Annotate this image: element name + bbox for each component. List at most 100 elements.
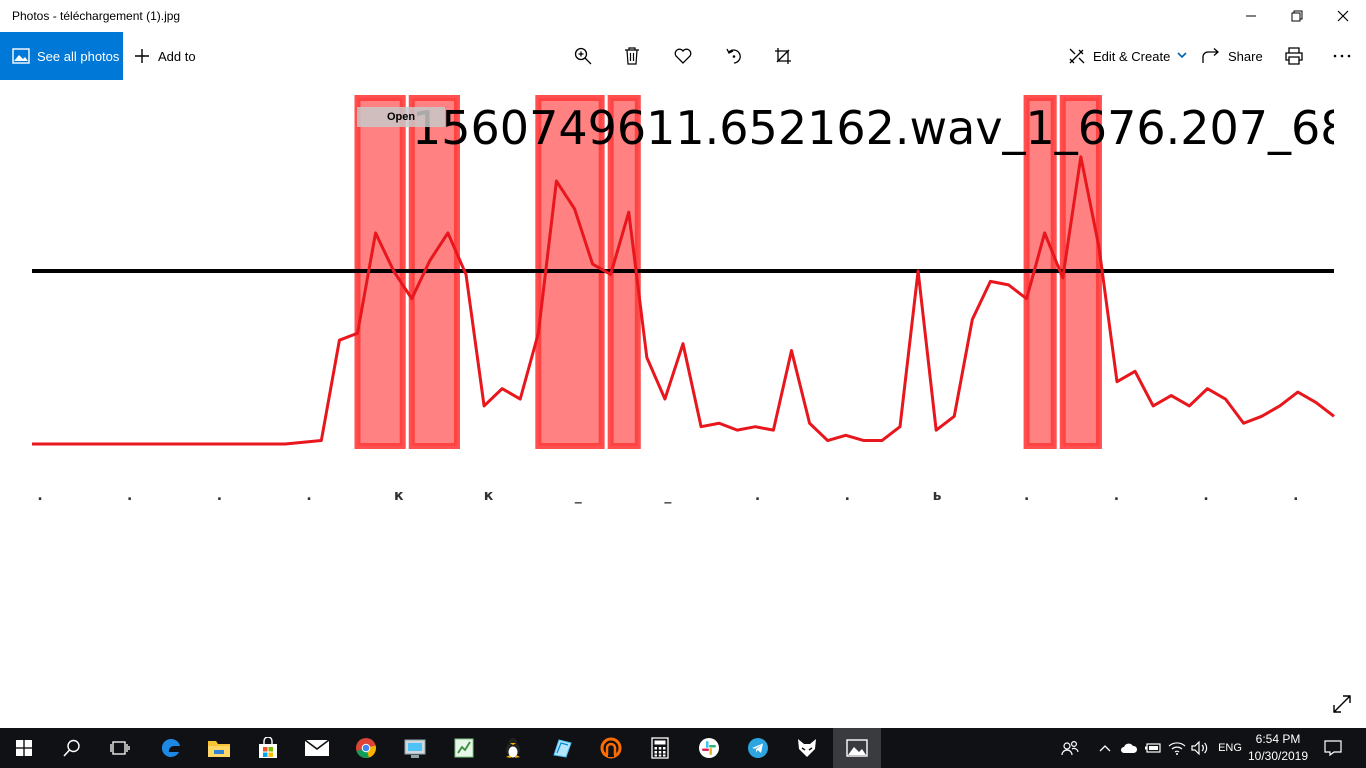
taskbar-app-1[interactable] bbox=[391, 728, 439, 768]
add-to-label: Add to bbox=[158, 48, 196, 64]
see-all-photos-button[interactable]: See all photos bbox=[0, 32, 123, 80]
print-button[interactable] bbox=[1282, 44, 1306, 68]
photos-icon bbox=[846, 739, 868, 757]
more-icon bbox=[1333, 54, 1351, 58]
rotate-icon bbox=[726, 48, 741, 64]
app-icon-1 bbox=[404, 739, 426, 758]
clock-date: 10/30/2019 bbox=[1247, 749, 1309, 763]
taskbar-edge[interactable] bbox=[147, 728, 195, 768]
battery-button[interactable] bbox=[1142, 728, 1164, 768]
taskbar-file-explorer[interactable] bbox=[195, 728, 243, 768]
calculator-icon bbox=[651, 737, 669, 759]
taskbar: ENG 6:54 PM 10/30/2019 bbox=[0, 728, 1366, 768]
taskbar-app-3[interactable] bbox=[538, 728, 586, 768]
action-center-button[interactable] bbox=[1320, 728, 1346, 768]
tick-label-5: к bbox=[394, 488, 404, 504]
taskbar-calculator[interactable] bbox=[636, 728, 684, 768]
windows-start-icon bbox=[16, 740, 32, 756]
people-icon bbox=[1061, 740, 1079, 756]
taskbar-linux[interactable] bbox=[489, 728, 537, 768]
tick-label-2: . bbox=[127, 488, 132, 504]
crop-button[interactable] bbox=[771, 44, 795, 68]
more-button[interactable] bbox=[1330, 44, 1354, 68]
tick-label-10: . bbox=[845, 488, 850, 504]
crop-icon bbox=[775, 48, 791, 64]
see-all-photos-label: See all photos bbox=[37, 48, 120, 64]
taskbar-app-4[interactable] bbox=[587, 728, 635, 768]
edit-create-icon bbox=[1069, 48, 1085, 64]
open-button[interactable]: Open bbox=[357, 107, 445, 127]
tick-label-6: к bbox=[484, 488, 494, 504]
app-icon-2 bbox=[454, 738, 474, 758]
notifications-icon bbox=[1324, 740, 1342, 756]
language-label: ENG bbox=[1218, 742, 1242, 754]
onedrive-button[interactable] bbox=[1118, 728, 1140, 768]
delete-icon bbox=[625, 47, 639, 65]
tick-label-4: . bbox=[306, 488, 311, 504]
chevron-down-icon bbox=[1177, 52, 1187, 59]
task-view-button[interactable] bbox=[96, 728, 144, 768]
taskbar-app-2[interactable] bbox=[440, 728, 488, 768]
taskbar-search-button[interactable] bbox=[48, 728, 96, 768]
show-hidden-icons-button[interactable] bbox=[1096, 728, 1114, 768]
favorite-button[interactable] bbox=[671, 44, 695, 68]
chevron-up-icon bbox=[1099, 745, 1111, 752]
chart-title: 1560749611.652162.wav_1_676.207_68 bbox=[412, 101, 1350, 155]
favorite-icon bbox=[674, 48, 692, 64]
tick-label-9: . bbox=[755, 488, 760, 504]
close-icon bbox=[1337, 10, 1349, 22]
task-view-icon bbox=[110, 741, 130, 755]
expand-icon bbox=[1333, 695, 1351, 713]
taskbar-mail[interactable] bbox=[293, 728, 341, 768]
mail-icon bbox=[304, 739, 330, 756]
zoom-icon bbox=[574, 47, 592, 65]
tick-label-14: . bbox=[1203, 488, 1208, 504]
start-button[interactable] bbox=[0, 728, 48, 768]
tick-label-8: _ bbox=[664, 488, 671, 504]
taskbar-store[interactable] bbox=[244, 728, 292, 768]
zoom-button[interactable] bbox=[571, 44, 595, 68]
language-indicator[interactable]: ENG bbox=[1214, 728, 1246, 768]
share-button[interactable]: Share bbox=[1202, 32, 1263, 80]
print-icon bbox=[1285, 47, 1303, 65]
cloud-icon bbox=[1121, 743, 1138, 753]
window-title: Photos - téléchargement (1).jpg bbox=[12, 9, 181, 23]
tick-label-13: . bbox=[1114, 488, 1119, 504]
wifi-icon bbox=[1168, 742, 1186, 755]
photo-icon bbox=[12, 48, 30, 64]
taskbar-photos[interactable] bbox=[833, 728, 881, 768]
chart: 1560749611.652162.wav_1_676.207_68 .... к… bbox=[32, 90, 1366, 504]
tick-label-12: . bbox=[1024, 488, 1029, 504]
taskbar-telegram[interactable] bbox=[734, 728, 782, 768]
add-to-button[interactable]: Add to bbox=[134, 32, 196, 80]
title-bar: Photos - téléchargement (1).jpg bbox=[0, 0, 1366, 32]
delete-button[interactable] bbox=[620, 44, 644, 68]
tick-label-1: . bbox=[37, 488, 42, 504]
volume-button[interactable] bbox=[1189, 728, 1211, 768]
tick-label-11: ь bbox=[933, 488, 942, 504]
taskbar-app-5[interactable] bbox=[783, 728, 831, 768]
file-explorer-icon bbox=[208, 741, 230, 757]
expand-button[interactable] bbox=[1330, 692, 1354, 716]
minimize-button[interactable] bbox=[1228, 0, 1274, 32]
clock[interactable]: 6:54 PM 10/30/2019 bbox=[1243, 731, 1313, 765]
open-label: Open bbox=[386, 111, 416, 123]
search-icon bbox=[63, 739, 80, 757]
edit-create-button[interactable]: Edit & Create bbox=[1068, 32, 1187, 80]
taskbar-slack[interactable] bbox=[685, 728, 733, 768]
taskbar-chrome[interactable] bbox=[342, 728, 390, 768]
minimize-icon bbox=[1246, 15, 1256, 17]
tick-label-15: . bbox=[1293, 488, 1298, 504]
linux-icon bbox=[506, 738, 520, 758]
image-viewer[interactable]: 1560749611.652162.wav_1_676.207_68 .... к… bbox=[0, 80, 1366, 728]
chrome-icon bbox=[356, 738, 376, 759]
volume-icon bbox=[1191, 741, 1208, 755]
wifi-button[interactable] bbox=[1166, 728, 1188, 768]
edge-icon bbox=[161, 738, 180, 757]
close-button[interactable] bbox=[1320, 0, 1366, 32]
series-line bbox=[32, 155, 1335, 446]
people-button[interactable] bbox=[1058, 728, 1082, 768]
rotate-button[interactable] bbox=[722, 44, 746, 68]
tick-label-3: . bbox=[217, 488, 222, 504]
restore-button[interactable] bbox=[1274, 0, 1320, 32]
